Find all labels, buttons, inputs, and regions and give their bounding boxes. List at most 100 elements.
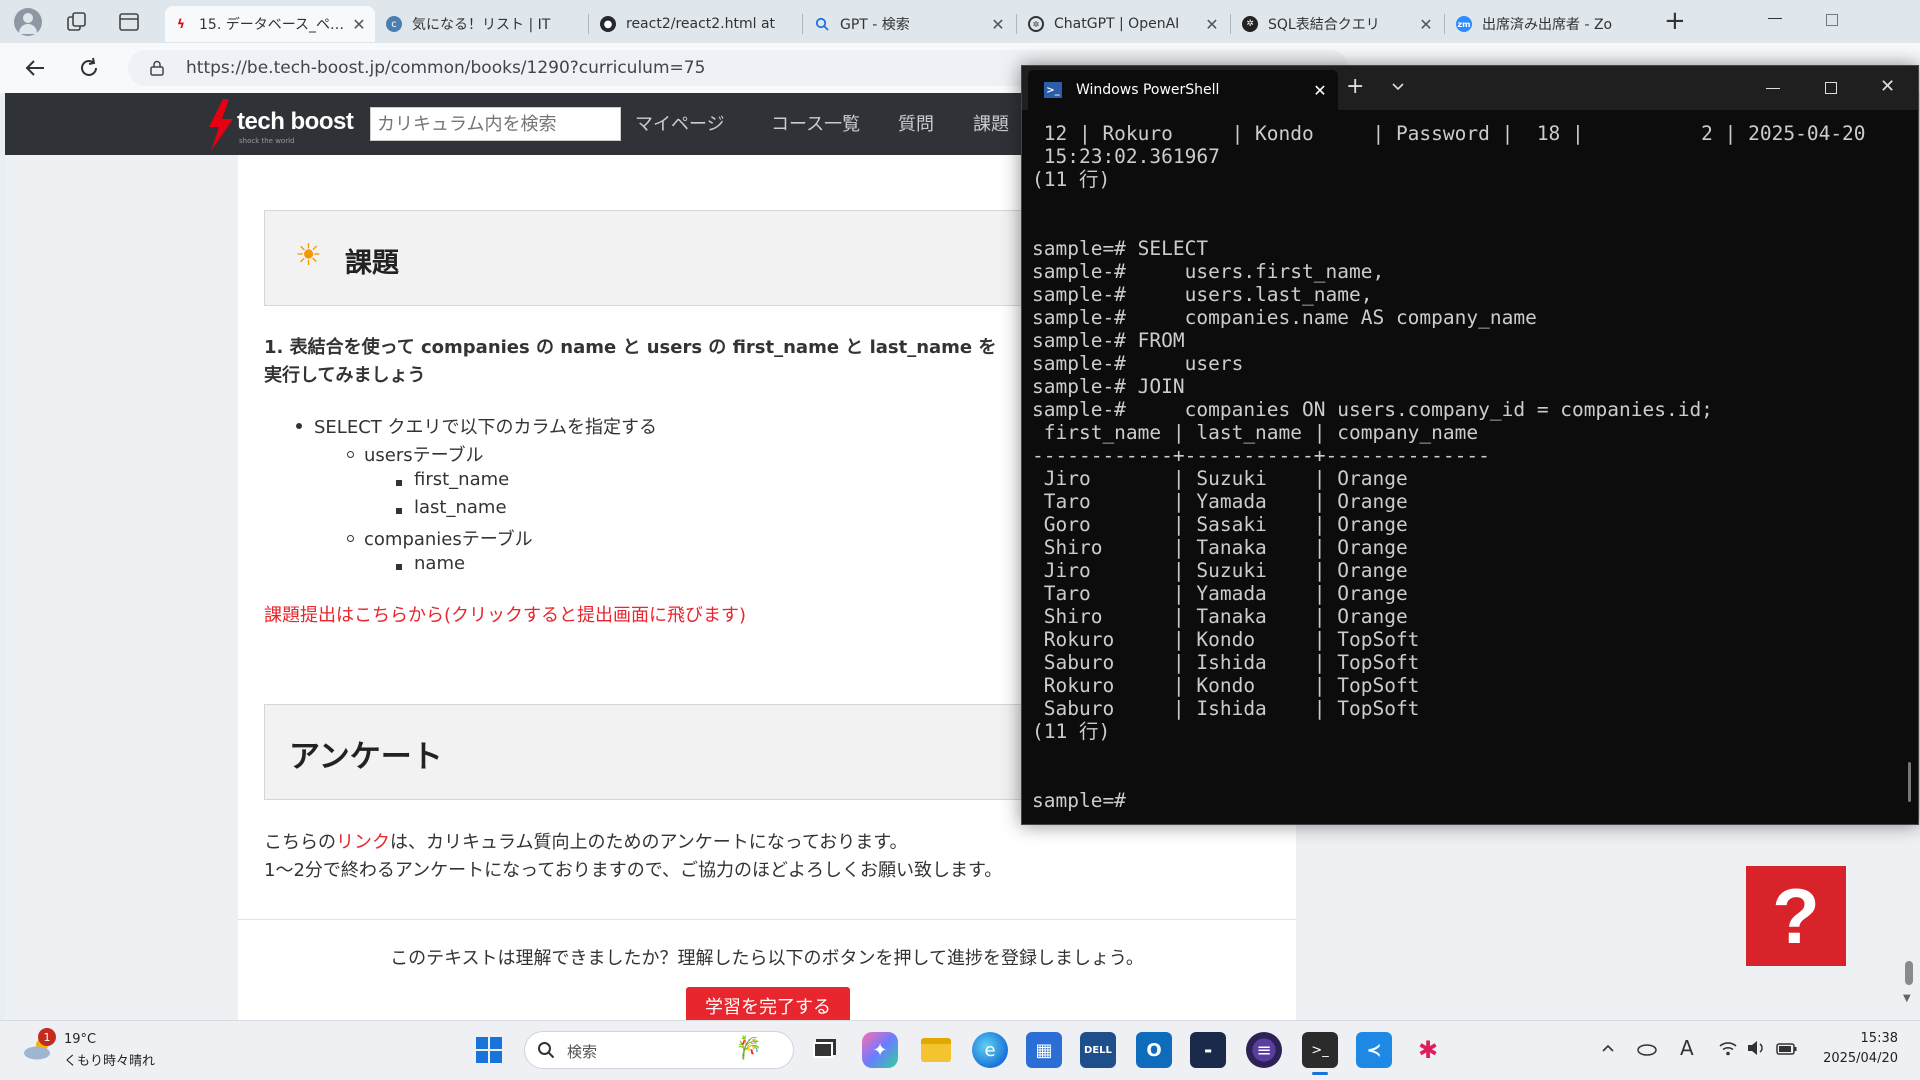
taskbar-search[interactable]: 検索 🎋 bbox=[524, 1031, 794, 1069]
mcafee-app-icon[interactable]: ▬ bbox=[1190, 1032, 1226, 1068]
techboost-logo[interactable]: tech boost shock the world bbox=[205, 99, 355, 151]
eclipse-icon[interactable]: ≡ bbox=[1246, 1032, 1282, 1068]
battery-icon[interactable] bbox=[1776, 1041, 1798, 1055]
terminal-close-icon[interactable]: ✕ bbox=[1880, 76, 1895, 97]
survey-link[interactable]: リンク bbox=[336, 832, 390, 853]
new-terminal-tab-icon[interactable]: + bbox=[1346, 74, 1364, 99]
terminal-scrollbar-thumb[interactable] bbox=[1908, 762, 1911, 802]
help-button[interactable]: ? bbox=[1746, 866, 1846, 966]
weather-widget[interactable]: 1 19°C くもり時々晴れ bbox=[20, 1028, 170, 1072]
tab-sql-join[interactable]: ✲ SQL表結合クエリ ✕ bbox=[1234, 6, 1442, 42]
terminal-line: Rokuro | Kondo | TopSoft bbox=[1032, 628, 1420, 651]
terminal-minimize-icon[interactable] bbox=[1766, 88, 1780, 89]
tab-github[interactable]: ● react2/react2.html at bbox=[592, 6, 800, 42]
start-button[interactable] bbox=[475, 1036, 503, 1064]
terminal-line: first_name | last_name | company_name bbox=[1032, 421, 1479, 444]
close-icon[interactable]: ✕ bbox=[1204, 15, 1220, 34]
terminal-line: Saburo | Ishida | TopSoft bbox=[1032, 697, 1420, 720]
terminal-line: sample-# users.first_name, bbox=[1032, 260, 1385, 283]
wifi-icon[interactable] bbox=[1718, 1040, 1738, 1056]
tab-kininaru[interactable]: c 気になる！リスト | IT bbox=[378, 6, 586, 42]
bullet-square bbox=[396, 508, 402, 514]
github-icon: ● bbox=[600, 16, 616, 32]
column-name: name bbox=[414, 553, 466, 574]
powershell-icon: >_ bbox=[1044, 82, 1062, 98]
sun-icon: ☀ bbox=[295, 238, 322, 273]
nav-assignments[interactable]: 課題 bbox=[973, 110, 1009, 136]
bullet-square bbox=[396, 480, 402, 486]
tab-chatgpt[interactable]: ✲ ChatGPT | OpenAI ✕ bbox=[1020, 6, 1228, 42]
profile-avatar-icon[interactable] bbox=[14, 8, 42, 36]
close-icon[interactable]: ✕ bbox=[1418, 15, 1434, 34]
lock-icon bbox=[150, 60, 164, 76]
edge-icon[interactable]: e bbox=[972, 1032, 1008, 1068]
tab-zoom[interactable]: zm 出席済み出席者 - Zo bbox=[1448, 6, 1624, 42]
scroll-thumb[interactable] bbox=[1905, 961, 1913, 985]
page-left-margin bbox=[5, 155, 238, 1020]
workspaces-icon[interactable] bbox=[66, 11, 88, 33]
tab-gpt-search[interactable]: GPT - 検索 ✕ bbox=[806, 6, 1014, 42]
bolt-icon bbox=[209, 99, 233, 151]
back-icon[interactable] bbox=[22, 55, 48, 81]
terminal-line: sample-# FROM bbox=[1032, 329, 1185, 352]
powershell-window[interactable]: >_ Windows PowerShell ✕ + ✕ 12 | Rokuro … bbox=[1021, 65, 1919, 825]
file-explorer-icon[interactable] bbox=[918, 1032, 954, 1068]
powershell-tab[interactable]: >_ Windows PowerShell ✕ bbox=[1028, 70, 1338, 110]
clock-date[interactable]: 2025/04/20 bbox=[1800, 1051, 1898, 1066]
nav-courses[interactable]: コース一覧 bbox=[771, 110, 860, 136]
restore-icon[interactable] bbox=[1826, 14, 1838, 26]
terminal-line: Goro | Sasaki | Orange bbox=[1032, 513, 1408, 536]
terminal-line: ------------+-----------+-------------- bbox=[1032, 444, 1490, 467]
minimize-icon[interactable] bbox=[1768, 18, 1782, 19]
dell-icon[interactable]: DELL bbox=[1080, 1032, 1116, 1068]
submit-assignment-link[interactable]: 課題提出はこちらから(クリックすると提出画面に飛びます) bbox=[264, 601, 746, 627]
notification-badge: 1 bbox=[38, 1028, 56, 1046]
vscode-icon[interactable]: ≺ bbox=[1356, 1032, 1392, 1068]
store-icon[interactable]: ▦ bbox=[1026, 1032, 1062, 1068]
column-first-name: first_name bbox=[414, 469, 510, 490]
clock-time[interactable]: 15:38 bbox=[1800, 1031, 1898, 1046]
assignment-title: 課題 bbox=[345, 248, 399, 279]
survey-text-line1: こちらのリンクは、カリキュラム質向上のためのアンケートになっております。 bbox=[264, 832, 908, 853]
close-tab-icon[interactable]: ✕ bbox=[1302, 81, 1338, 100]
nav-mypage[interactable]: マイページ bbox=[635, 110, 725, 136]
progress-prompt: このテキストは理解できましたか？理解したら以下のボタンを押して進捗を登録しましょ… bbox=[390, 948, 1144, 969]
task-description-line1: 1. 表結合を使って companies の name と users の fi… bbox=[264, 337, 997, 358]
terminal-line: Rokuro | Kondo | TopSoft bbox=[1032, 674, 1420, 697]
terminal-line: sample-# companies.name AS company_name bbox=[1032, 306, 1537, 329]
bullet-circle bbox=[347, 535, 354, 542]
weather-desc: くもり時々晴れ bbox=[64, 1054, 156, 1069]
close-icon[interactable]: ✕ bbox=[351, 15, 367, 34]
new-tab-icon[interactable]: + bbox=[1664, 6, 1686, 36]
powershell-title-bar[interactable]: >_ Windows PowerShell ✕ + ✕ bbox=[1022, 66, 1918, 110]
copilot-icon[interactable]: ✦ bbox=[862, 1032, 898, 1068]
ime-mode-icon[interactable]: A bbox=[1680, 1036, 1694, 1060]
outlook-icon[interactable]: O bbox=[1136, 1032, 1172, 1068]
terminal-line: sample-# companies ON users.company_id =… bbox=[1032, 398, 1713, 421]
show-hidden-icons-icon[interactable] bbox=[1600, 1040, 1616, 1056]
nav-questions[interactable]: 質問 bbox=[898, 110, 934, 136]
terminal-line: Jiro | Suzuki | Orange bbox=[1032, 467, 1408, 490]
curriculum-search-input[interactable] bbox=[370, 107, 621, 141]
terminal-line: Jiro | Suzuki | Orange bbox=[1032, 559, 1408, 582]
dropdown-chevron-icon[interactable] bbox=[1390, 78, 1406, 94]
tab-actions-icon[interactable] bbox=[118, 11, 140, 33]
terminal-maximize-icon[interactable] bbox=[1825, 82, 1837, 94]
scroll-down-icon[interactable]: ▼ bbox=[1903, 993, 1911, 1004]
terminal-line: 15:23:02.361967 bbox=[1032, 145, 1220, 168]
tab-techboost[interactable]: ϟ 15. データベース_ページ ✕ bbox=[165, 6, 375, 42]
close-icon[interactable]: ✕ bbox=[990, 15, 1006, 34]
weather-temp: 19°C bbox=[64, 1032, 97, 1047]
reload-icon[interactable] bbox=[76, 55, 102, 81]
bullet-circle bbox=[347, 451, 354, 458]
terminal-icon[interactable]: >_ bbox=[1302, 1032, 1338, 1068]
companies-table-item: companiesテーブル bbox=[364, 529, 533, 550]
onedrive-cloud-icon[interactable] bbox=[1636, 1040, 1658, 1056]
task-view-icon[interactable] bbox=[805, 1032, 841, 1068]
volume-icon[interactable] bbox=[1746, 1040, 1766, 1056]
slack-icon[interactable]: ✱ bbox=[1410, 1032, 1446, 1068]
terminal-line: sample-# JOIN bbox=[1032, 375, 1185, 398]
logo-subtext: shock the world bbox=[239, 137, 295, 145]
terminal-output[interactable]: 12 | Rokuro | Kondo | Password | 18 | 2 … bbox=[1032, 122, 1912, 822]
